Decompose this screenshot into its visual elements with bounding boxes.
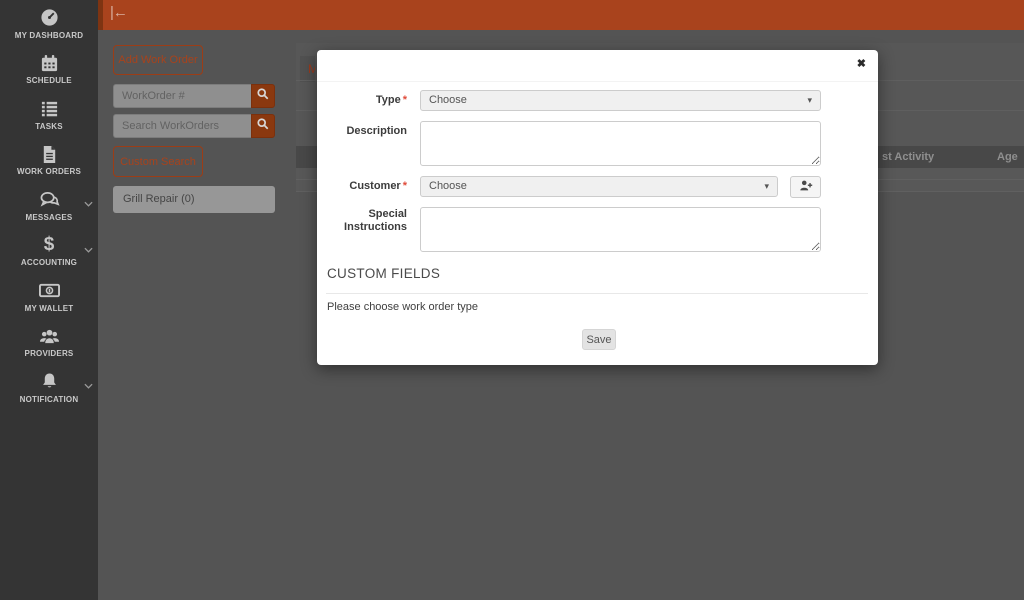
customer-select-value: Choose bbox=[429, 180, 467, 192]
special-instructions-textarea[interactable] bbox=[420, 207, 821, 252]
required-asterisk: * bbox=[403, 180, 407, 192]
add-work-order-modal: ✖ Type* Choose ▾ Description Customer* C… bbox=[317, 50, 878, 365]
close-icon[interactable]: ✖ bbox=[857, 57, 866, 70]
modal-header-divider bbox=[317, 81, 878, 82]
description-textarea[interactable] bbox=[420, 121, 821, 166]
required-asterisk: * bbox=[403, 94, 407, 106]
add-customer-button[interactable] bbox=[790, 176, 821, 198]
type-select[interactable]: Choose ▾ bbox=[420, 90, 821, 111]
app-screen: MY DASHBOARD SCHEDULE TASKS WORK ORDERS … bbox=[0, 0, 1024, 600]
customer-label: Customer* bbox=[317, 180, 407, 193]
custom-fields-divider bbox=[326, 293, 868, 294]
description-label: Description bbox=[317, 125, 407, 138]
custom-fields-helper-text: Please choose work order type bbox=[327, 301, 478, 313]
type-select-value: Choose bbox=[429, 94, 467, 106]
customer-select[interactable]: Choose ▾ bbox=[420, 176, 778, 197]
type-label: Type* bbox=[317, 94, 407, 107]
special-instructions-label: Special Instructions bbox=[317, 208, 407, 234]
caret-down-icon: ▾ bbox=[807, 91, 812, 110]
caret-down-icon: ▾ bbox=[764, 177, 769, 196]
custom-fields-heading: CUSTOM FIELDS bbox=[327, 266, 440, 281]
save-button[interactable]: Save bbox=[582, 329, 616, 350]
add-person-icon bbox=[799, 179, 813, 195]
